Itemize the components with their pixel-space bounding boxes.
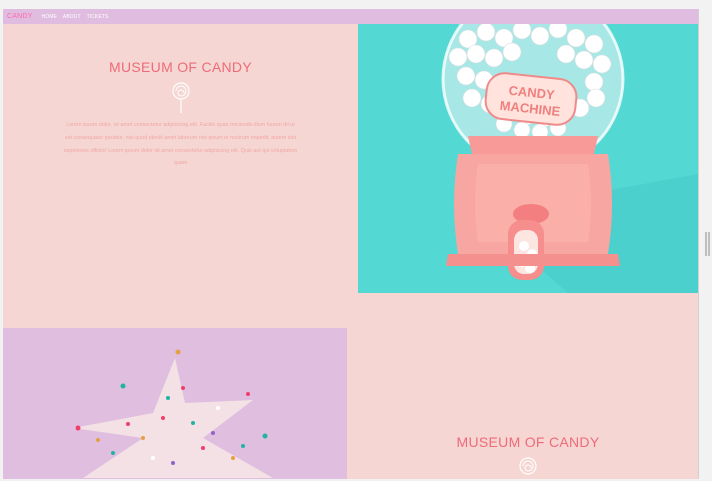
page-viewport: CANDY HOME ABOUT TICKETS MUSEUM OF CANDY… xyxy=(3,9,698,479)
navbar: CANDY HOME ABOUT TICKETS xyxy=(3,9,698,24)
brand-logo[interactable]: CANDY xyxy=(7,13,33,20)
lower-text-section: MUSEUM OF CANDY xyxy=(358,434,698,476)
nav-link-home[interactable]: HOME xyxy=(42,14,57,20)
sprinkles-image xyxy=(3,328,347,479)
lollipop-icon xyxy=(170,82,192,114)
hero-body-text: Lorem ipsum dolor, sit amet consectetur … xyxy=(63,122,298,167)
hero-title: MUSEUM OF CANDY xyxy=(109,59,252,75)
nav-links: HOME ABOUT TICKETS xyxy=(42,14,109,20)
scrollbar-handle-icon[interactable] xyxy=(705,232,710,256)
hero-text-section: MUSEUM OF CANDY Lorem ipsum dolor, sit a… xyxy=(3,24,358,292)
lower-section-title: MUSEUM OF CANDY xyxy=(456,434,600,450)
candy-machine-image: CANDY MACHINE xyxy=(358,24,698,293)
nav-link-about[interactable]: ABOUT xyxy=(63,14,81,20)
nav-link-tickets[interactable]: TICKETS xyxy=(87,14,109,20)
viewport-edge xyxy=(698,9,699,479)
lollipop-icon xyxy=(517,456,539,476)
